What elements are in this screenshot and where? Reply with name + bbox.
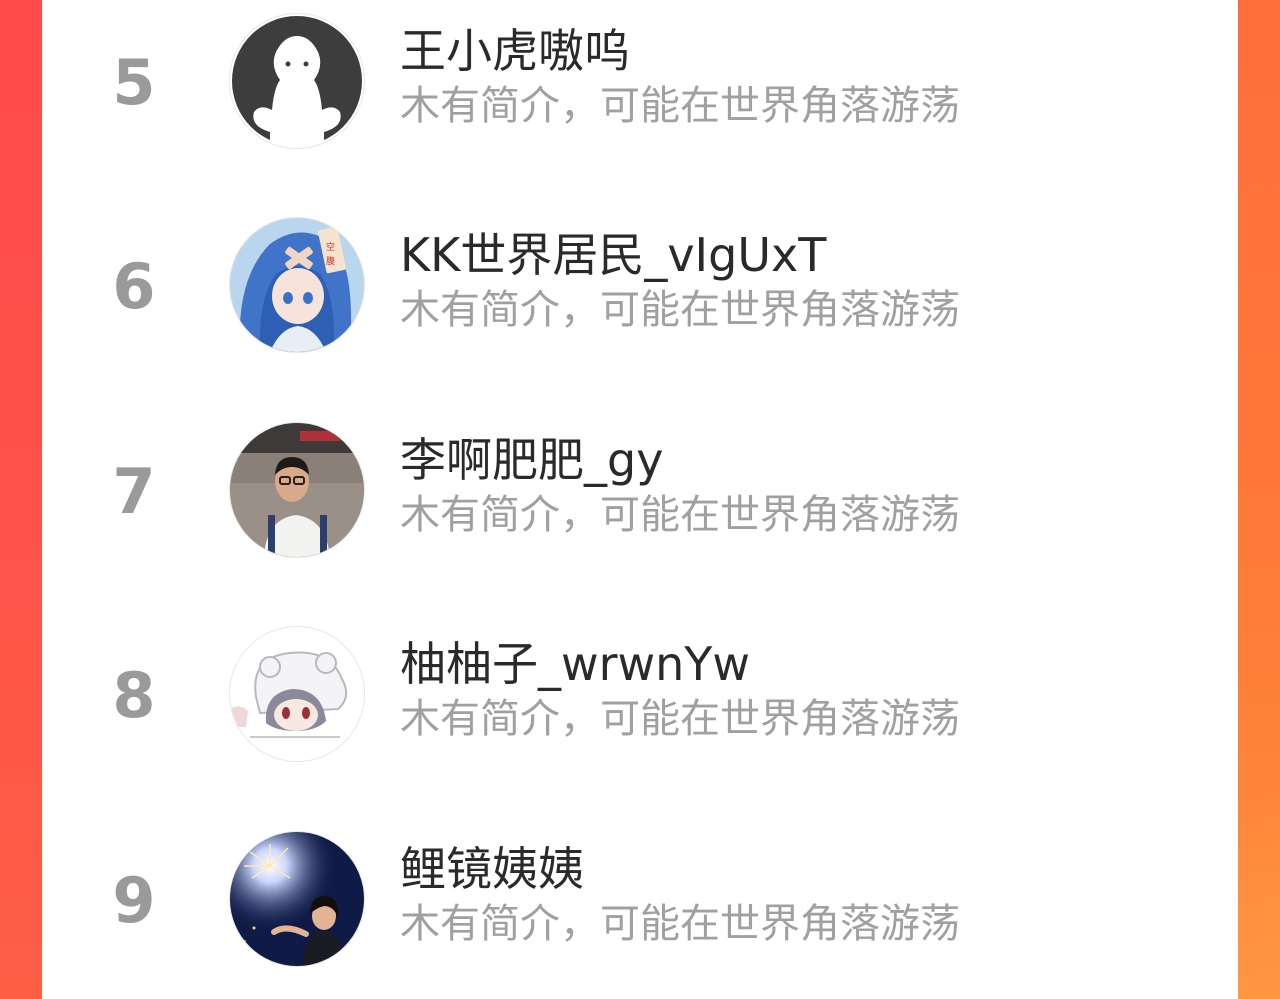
rank-number: 6 [112, 250, 156, 323]
background-left-edge [0, 0, 42, 999]
user-bio: 木有简介，可能在世界角落游荡 [400, 492, 960, 538]
ranking-row[interactable]: 9 鲤镜姨姨 木有简介，可能在世界角落游荡 [42, 798, 1238, 999]
user-name[interactable]: KK世界居民_vIgUxT [400, 232, 826, 278]
anime-sheep-hood-avatar-icon[interactable] [230, 627, 364, 761]
ranking-row[interactable]: 8 柚柚子_wrwnYw 木有简介，可能在世界角落游荡 [42, 593, 1238, 797]
ranking-row[interactable]: 7 李啊肥肥_gy 木有简介，可能在世界角落游荡 [42, 389, 1238, 593]
user-bio: 木有简介，可能在世界角落游荡 [400, 83, 960, 129]
rank-number: 5 [112, 46, 156, 119]
rank-number: 7 [112, 455, 156, 528]
user-bio: 木有简介，可能在世界角落游荡 [400, 901, 960, 947]
rank-number: 8 [112, 659, 156, 732]
user-bio: 木有简介，可能在世界角落游荡 [400, 287, 960, 333]
photo-man-glasses-avatar-icon[interactable] [230, 423, 364, 557]
user-name[interactable]: 李啊肥肥_gy [400, 437, 663, 483]
rank-number: 9 [112, 864, 156, 937]
user-name[interactable]: 鲤镜姨姨 [400, 846, 584, 892]
ranking-row[interactable]: 5 王小虎嗷呜 木有简介，可能在世界角落游荡 [42, 0, 1238, 184]
ranking-list: 5 王小虎嗷呜 木有简介，可能在世界角落游荡 6 空 腹 KK世界居民_vIgU… [42, 0, 1238, 999]
svg-text:腹: 腹 [326, 255, 335, 267]
anime-girl-blue-hair-avatar-icon[interactable]: 空 腹 [230, 218, 364, 352]
user-name[interactable]: 柚柚子_wrwnYw [400, 641, 750, 687]
background-right-edge [1238, 0, 1280, 999]
user-bio: 木有简介，可能在世界角落游荡 [400, 696, 960, 742]
default-ghost-avatar-icon[interactable] [230, 14, 364, 148]
user-name[interactable]: 王小虎嗷呜 [400, 28, 630, 74]
ranking-row[interactable]: 6 空 腹 KK世界居民_vIgUxT 木有简介，可能在世界角落游荡 [42, 184, 1238, 388]
svg-text:空: 空 [326, 241, 335, 253]
photo-girl-sparkler-avatar-icon[interactable] [230, 832, 364, 966]
